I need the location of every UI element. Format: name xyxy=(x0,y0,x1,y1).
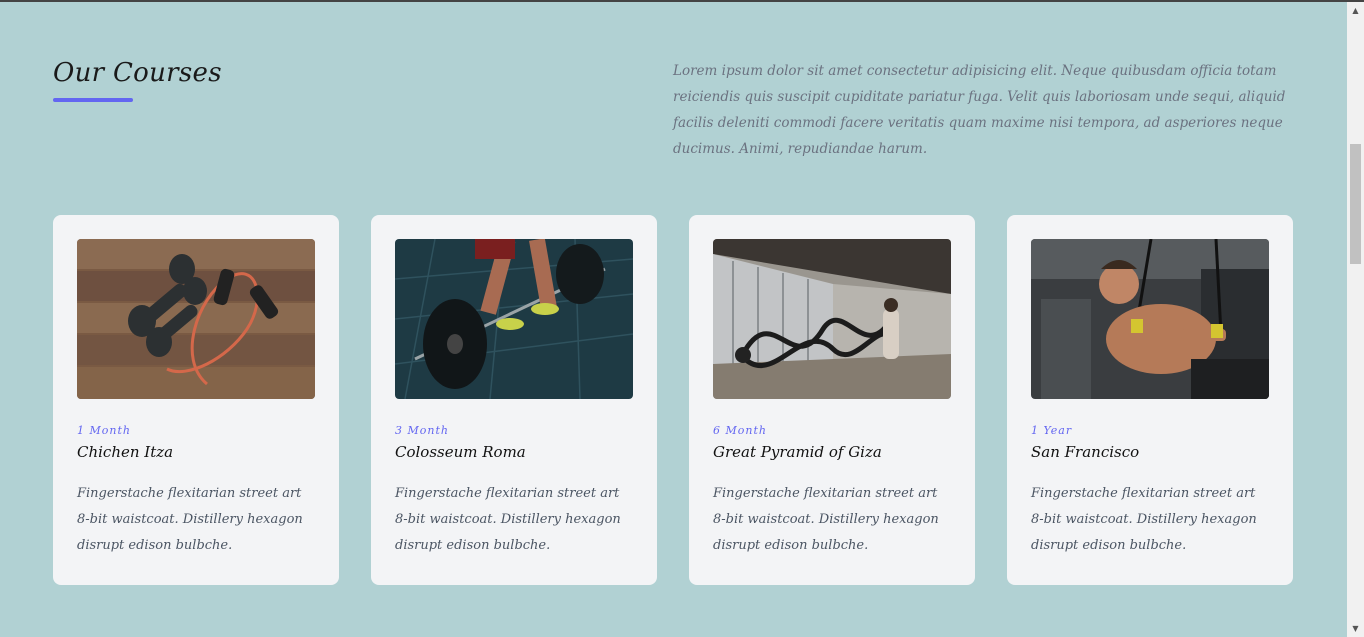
course-description: Fingerstache flexitarian street art 8-bi… xyxy=(395,486,621,553)
course-duration: 1 Month xyxy=(77,424,131,437)
course-title[interactable]: San Francisco xyxy=(1031,443,1269,461)
course-image-battle-ropes xyxy=(713,239,951,399)
top-border xyxy=(0,0,1364,2)
course-card[interactable]: 3 Month Colosseum Roma Fingerstache flex… xyxy=(371,215,657,585)
course-duration: 3 Month xyxy=(395,424,449,437)
title-underline xyxy=(53,98,133,102)
course-card[interactable]: 1 Year San Francisco Fingerstache flexit… xyxy=(1007,215,1293,585)
course-description: Fingerstache flexitarian street art 8-bi… xyxy=(77,486,303,553)
course-description: Fingerstache flexitarian street art 8-bi… xyxy=(713,486,939,553)
course-card[interactable]: 6 Month Great Pyramid of Giza Fingerstac… xyxy=(689,215,975,585)
course-title[interactable]: Great Pyramid of Giza xyxy=(713,443,951,461)
section-title: Our Courses xyxy=(53,58,222,88)
course-title[interactable]: Colosseum Roma xyxy=(395,443,633,461)
course-title[interactable]: Chichen Itza xyxy=(77,443,315,461)
course-image-barbell xyxy=(395,239,633,399)
section-header: Our Courses xyxy=(53,58,222,102)
scroll-up-arrow-icon[interactable]: ▲ xyxy=(1347,2,1364,19)
scroll-down-arrow-icon[interactable]: ▼ xyxy=(1347,620,1364,637)
course-duration: 6 Month xyxy=(713,424,767,437)
vertical-scrollbar[interactable]: ▲ ▼ xyxy=(1347,2,1364,637)
section-intro: Lorem ipsum dolor sit amet consectetur a… xyxy=(673,63,1286,157)
course-duration: 1 Year xyxy=(1031,424,1073,437)
course-image-dumbbells xyxy=(77,239,315,399)
course-image-trx-training xyxy=(1031,239,1269,399)
course-card[interactable]: 1 Month Chichen Itza Fingerstache flexit… xyxy=(53,215,339,585)
course-description: Fingerstache flexitarian street art 8-bi… xyxy=(1031,486,1257,553)
scrollbar-thumb[interactable] xyxy=(1350,144,1361,264)
